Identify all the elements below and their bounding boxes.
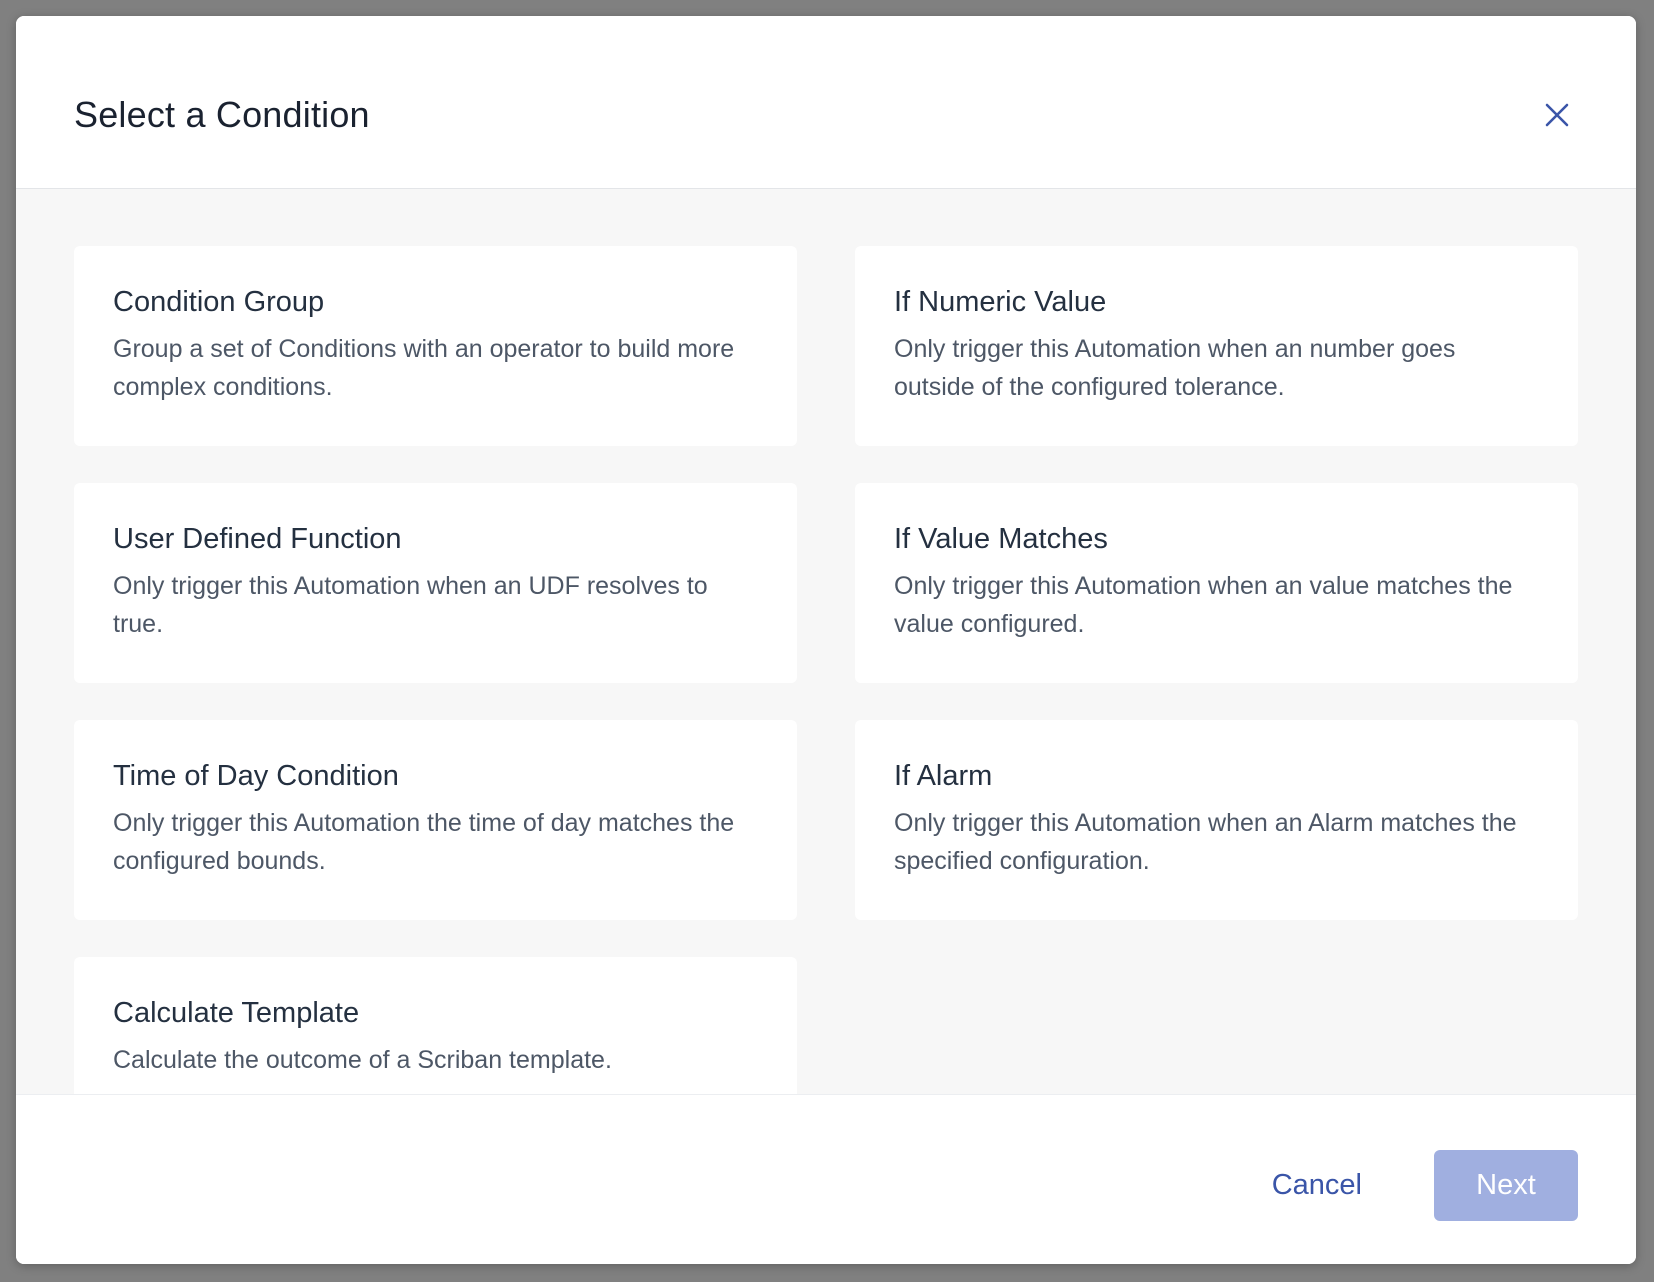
condition-card-title: If Value Matches: [894, 523, 1108, 555]
condition-card-if-numeric-value[interactable]: If Numeric Value Only trigger this Autom…: [855, 246, 1578, 446]
condition-card-description: Only trigger this Automation the time of…: [113, 809, 735, 875]
condition-card-title: If Numeric Value: [894, 286, 1107, 318]
condition-card-description: Group a set of Conditions with an operat…: [113, 335, 735, 401]
condition-card-title: Calculate Template: [113, 997, 360, 1029]
condition-list: Condition Group Group a set of Condition…: [74, 246, 1578, 1094]
condition-card-title: If Alarm: [894, 760, 993, 792]
condition-card-if-value-matches[interactable]: If Value Matches Only trigger this Autom…: [855, 483, 1578, 683]
condition-card-time-of-day-condition[interactable]: Time of Day Condition Only trigger this …: [74, 720, 797, 920]
dialog-footer: Cancel Next: [16, 1094, 1636, 1264]
dialog-body[interactable]: Condition Group Group a set of Condition…: [16, 189, 1636, 1094]
close-button[interactable]: [1540, 98, 1574, 132]
condition-card-description: Only trigger this Automation when an val…: [894, 572, 1513, 638]
next-button[interactable]: Next: [1434, 1150, 1578, 1221]
condition-card-title: User Defined Function: [113, 523, 402, 555]
condition-card-user-defined-function[interactable]: User Defined Function Only trigger this …: [74, 483, 797, 683]
condition-card-condition-group[interactable]: Condition Group Group a set of Condition…: [74, 246, 797, 446]
condition-card-description: Calculate the outcome of a Scriban templ…: [113, 1046, 612, 1074]
condition-card-calculate-template[interactable]: Calculate Template Calculate the outcome…: [74, 957, 797, 1094]
condition-card-description: Only trigger this Automation when an Ala…: [894, 809, 1517, 875]
condition-card-description: Only trigger this Automation when an UDF…: [113, 572, 708, 638]
condition-card-description: Only trigger this Automation when an num…: [894, 335, 1456, 401]
select-condition-dialog: Select a Condition Condition Group Group…: [16, 16, 1636, 1264]
condition-card-title: Condition Group: [113, 286, 325, 318]
dialog-title: Select a Condition: [74, 94, 370, 135]
dialog-header: Select a Condition: [16, 16, 1636, 189]
close-icon: [1545, 103, 1569, 127]
condition-card-title: Time of Day Condition: [113, 760, 399, 792]
condition-card-if-alarm[interactable]: If Alarm Only trigger this Automation wh…: [855, 720, 1578, 920]
cancel-button[interactable]: Cancel: [1254, 1149, 1380, 1221]
